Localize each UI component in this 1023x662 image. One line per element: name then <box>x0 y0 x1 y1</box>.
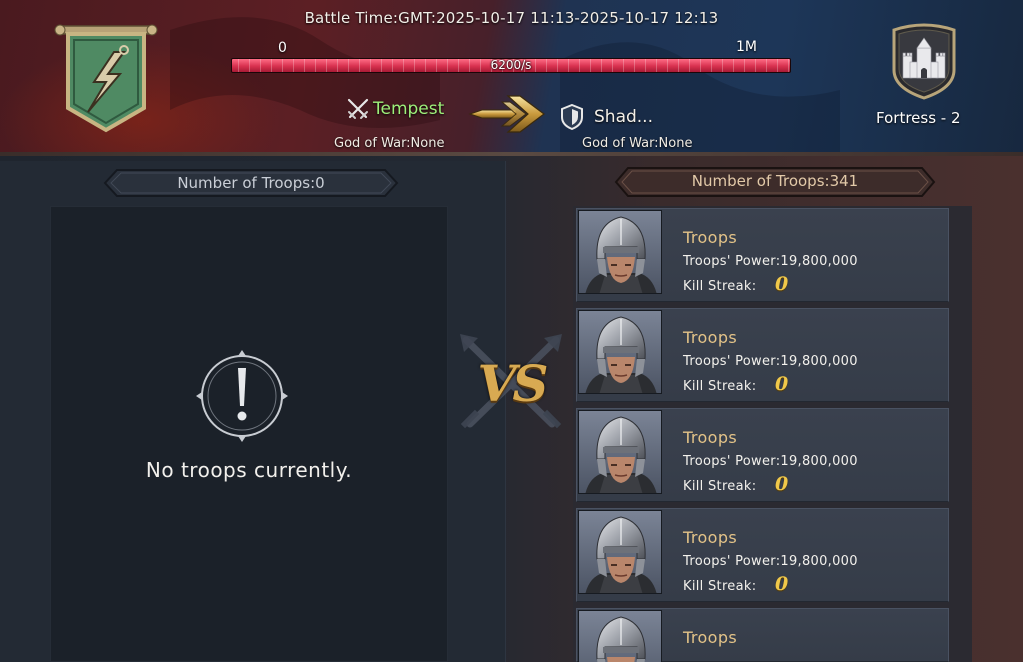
vs-emblem: VS <box>458 332 564 436</box>
siege-progress-bar: 6200/s <box>231 58 791 73</box>
lightning-banner-icon[interactable] <box>54 24 158 134</box>
troop-title: Troops <box>683 528 738 547</box>
defender-team[interactable]: Shad... <box>560 104 653 130</box>
troop-title: Troops <box>683 228 738 247</box>
troop-avatar <box>578 610 662 662</box>
kill-streak-value: 0 <box>775 373 789 395</box>
defender-name: Shad... <box>594 107 653 127</box>
progress-rate: 6200/s <box>490 58 532 72</box>
kill-streak-label: Kill Streak: <box>683 379 757 394</box>
kill-streak-value: 0 <box>775 573 789 595</box>
attacker-god-of-war: God of War:None <box>334 136 445 151</box>
attacker-team[interactable]: Tempest <box>346 97 444 121</box>
soldier-portrait <box>579 211 661 293</box>
troop-card[interactable]: Troops Troops' Power:19,800,000 Kill Strea… <box>576 208 949 302</box>
arrow-right-icon <box>468 92 546 136</box>
troop-title: Troops <box>683 328 738 347</box>
soldier-portrait <box>579 311 661 393</box>
empty-state-message: No troops currently. <box>145 458 353 482</box>
soldier-portrait <box>579 611 661 662</box>
troop-avatar <box>578 510 662 594</box>
kill-streak-label: Kill Streak: <box>683 279 757 294</box>
vs-label: VS <box>477 354 549 413</box>
soldier-portrait <box>579 411 661 493</box>
troop-card[interactable]: Troops Troops' Power:19,800,000 Kill Strea… <box>576 408 949 502</box>
troop-card[interactable]: Troops Troops' Power:19,800,000 Kill Strea… <box>576 308 949 402</box>
soldier-portrait <box>579 511 661 593</box>
troop-card[interactable]: Troops <box>576 608 949 662</box>
shield-icon <box>561 104 583 130</box>
troop-card[interactable]: Troops Troops' Power:19,800,000 Kill Strea… <box>576 508 949 602</box>
troop-avatar <box>578 410 662 494</box>
fortress-label: Fortress - 2 <box>876 109 961 127</box>
troop-power: Troops' Power:19,800,000 <box>683 354 858 369</box>
troop-power: Troops' Power:19,800,000 <box>683 554 858 569</box>
troop-power: Troops' Power:19,800,000 <box>683 254 858 269</box>
kill-streak-label: Kill Streak: <box>683 579 757 594</box>
troop-title: Troops <box>683 628 738 647</box>
alert-icon <box>194 348 290 444</box>
defender-troop-count-text: Number of Troops:341 <box>691 172 859 190</box>
attacker-troop-count-text: Number of Troops:0 <box>177 174 325 192</box>
troop-title: Troops <box>683 428 738 447</box>
crossed-swords-icon <box>347 98 369 119</box>
kill-streak-label: Kill Streak: <box>683 479 757 494</box>
fortress-icon[interactable] <box>888 22 960 100</box>
progress-max-label: 1M <box>736 39 757 55</box>
defender-god-of-war: God of War:None <box>582 136 693 151</box>
troop-power: Troops' Power:19,800,000 <box>683 454 858 469</box>
attacker-name: Tempest <box>373 99 445 119</box>
attacker-troop-count: Number of Troops:0 <box>103 168 399 198</box>
progress-min-label: 0 <box>278 40 287 56</box>
troop-avatar <box>578 310 662 394</box>
troop-avatar <box>578 210 662 294</box>
kill-streak-value: 0 <box>775 273 789 295</box>
kill-streak-value: 0 <box>775 473 789 495</box>
defender-troop-count: Number of Troops:341 <box>614 166 936 197</box>
